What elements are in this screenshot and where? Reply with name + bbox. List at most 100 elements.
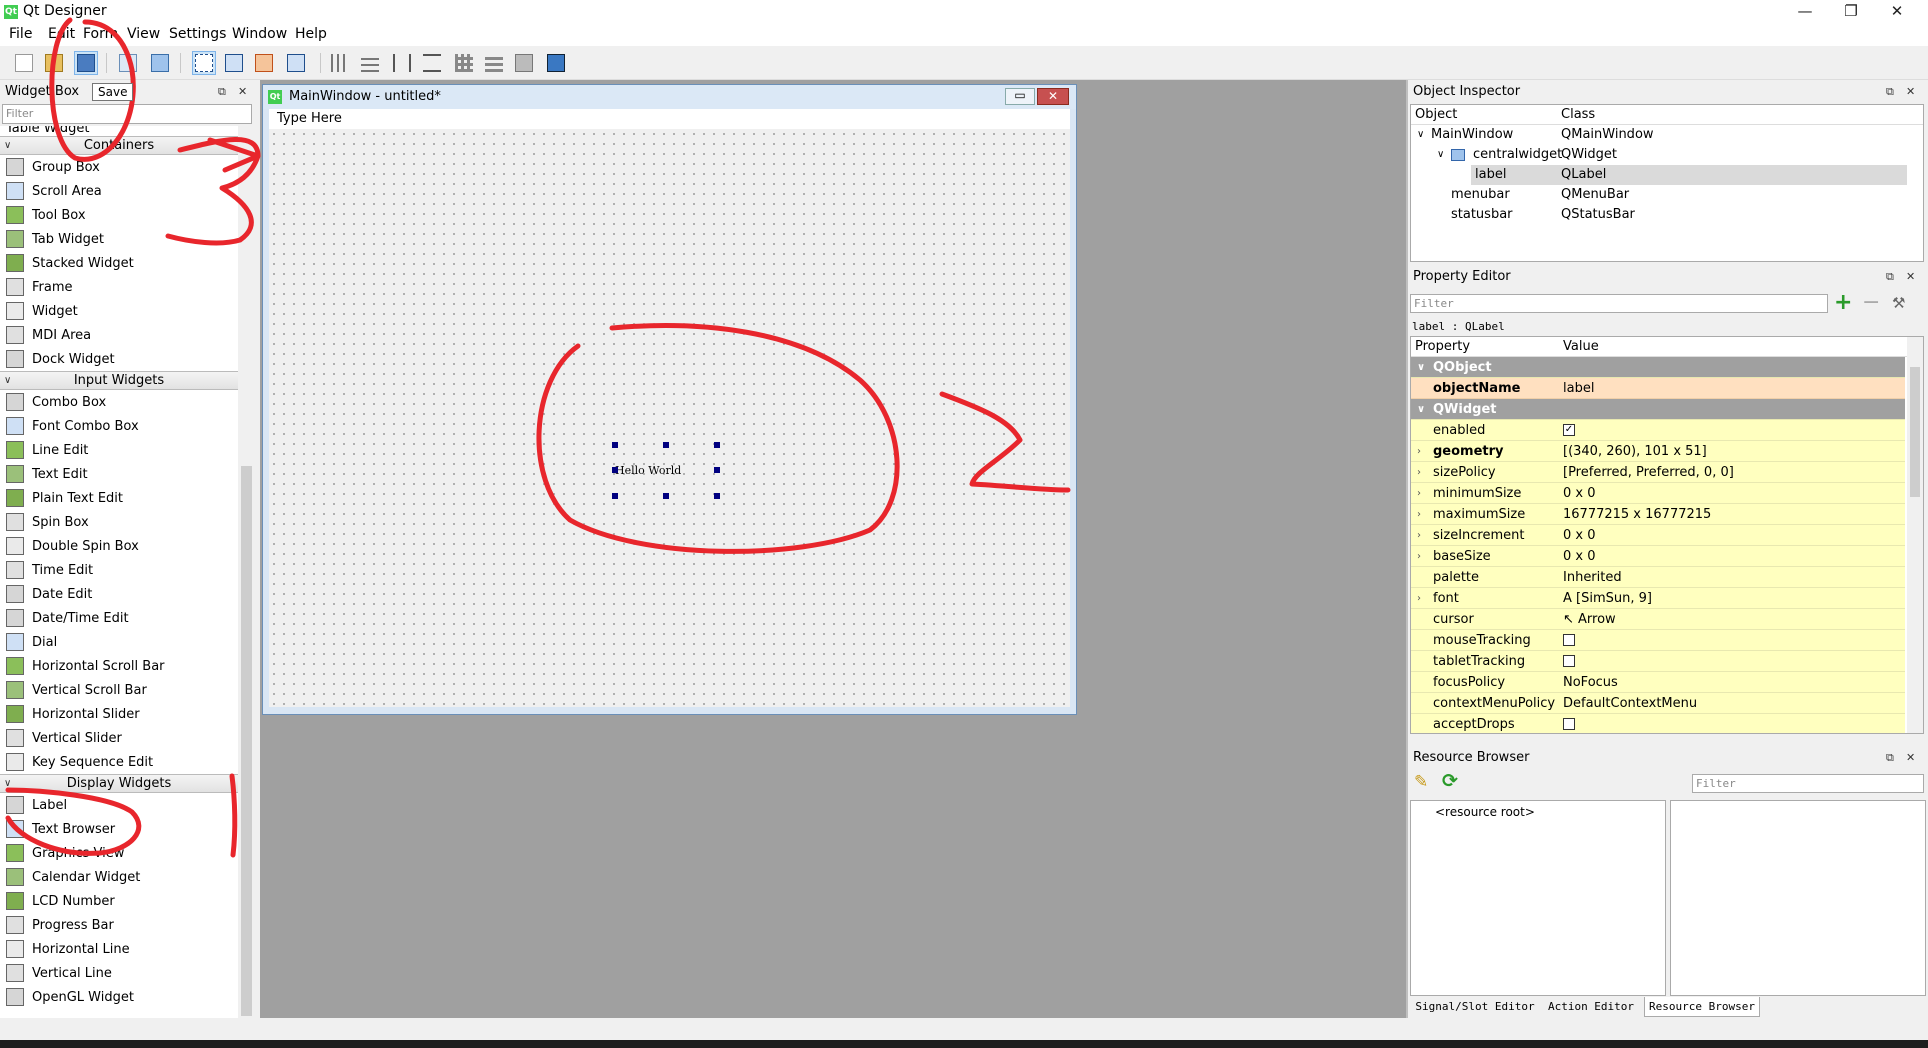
property-row-font[interactable]: › font A [SimSun, 9] <box>1411 588 1905 609</box>
layout-splitter-horizontal-icon[interactable] <box>390 51 414 75</box>
mousetracking-checkbox[interactable] <box>1563 633 1575 646</box>
widget-item-time-edit[interactable]: Time Edit <box>0 558 238 582</box>
new-file-icon[interactable] <box>12 51 36 75</box>
minimumsize-value-cell[interactable]: 0 x 0 <box>1563 483 1596 504</box>
chevron-down-icon[interactable]: ∨ <box>4 372 11 389</box>
widget-item-scroll-area[interactable]: Scroll Area <box>0 179 238 203</box>
edit-widgets-icon[interactable] <box>192 51 216 75</box>
basesize-value-cell[interactable]: 0 x 0 <box>1563 546 1596 567</box>
property-group-qobject[interactable]: ∨ QObject <box>1411 357 1905 378</box>
widget-item-vertical-scroll-bar[interactable]: Vertical Scroll Bar <box>0 678 238 702</box>
property-row-contextmenupolicy[interactable]: contextMenuPolicy DefaultContextMenu <box>1411 693 1905 714</box>
widget-item-widget[interactable]: Widget <box>0 299 238 323</box>
chevron-right-icon[interactable]: › <box>1417 441 1421 462</box>
widget-item-calendar-widget[interactable]: Calendar Widget <box>0 865 238 889</box>
palette-value-cell[interactable]: Inherited <box>1563 567 1622 588</box>
mousetracking-value-cell[interactable] <box>1563 630 1575 651</box>
widget-item-table-widget[interactable]: Table Widget <box>0 126 238 136</box>
resize-handle[interactable] <box>612 493 618 499</box>
float-icon[interactable]: ⧉ <box>1886 748 1894 768</box>
reload-icon[interactable]: ⟳ <box>1442 770 1458 792</box>
tree-row-label-selected[interactable]: label QLabel <box>1471 165 1907 185</box>
widget-item-dock-widget[interactable]: Dock Widget <box>0 347 238 371</box>
property-scrollbar[interactable] <box>1907 337 1923 733</box>
form-window[interactable]: Qt MainWindow - untitled* ▭ ✕ Type Here … <box>262 84 1077 715</box>
hello-world-label[interactable]: Hello World <box>615 445 716 496</box>
widget-item-font-combo-box[interactable]: Font Combo Box <box>0 414 238 438</box>
add-property-icon[interactable]: + <box>1834 292 1856 315</box>
widget-item-horizontal-slider[interactable]: Horizontal Slider <box>0 702 238 726</box>
widget-filter-input[interactable]: Filter <box>2 104 252 124</box>
form-close-button[interactable]: ✕ <box>1037 88 1069 105</box>
chevron-down-icon[interactable]: ∨ <box>1417 399 1425 420</box>
resource-root-item[interactable]: <resource root> <box>1435 805 1535 819</box>
resize-handle[interactable] <box>663 442 669 448</box>
widget-item-vertical-slider[interactable]: Vertical Slider <box>0 726 238 750</box>
chevron-down-icon[interactable]: ∨ <box>1417 125 1424 145</box>
chevron-right-icon[interactable]: › <box>1417 546 1421 567</box>
layout-splitter-vertical-icon[interactable] <box>420 51 444 75</box>
minimize-button[interactable]: — <box>1782 0 1828 24</box>
widget-box-scrollbar[interactable] <box>239 126 254 1048</box>
close-icon[interactable]: ✕ <box>238 82 247 102</box>
resize-handle[interactable] <box>612 442 618 448</box>
widget-item-text-edit[interactable]: Text Edit <box>0 462 238 486</box>
chevron-down-icon[interactable]: ∨ <box>4 775 11 792</box>
property-row-objectname[interactable]: objectName label <box>1411 378 1905 399</box>
close-icon[interactable]: ✕ <box>1906 82 1915 102</box>
maximumsize-value-cell[interactable]: 16777215 x 16777215 <box>1563 504 1711 525</box>
float-icon[interactable]: ⧉ <box>1886 82 1894 102</box>
paste-icon[interactable] <box>148 51 172 75</box>
widget-item-horizontal-scroll-bar[interactable]: Horizontal Scroll Bar <box>0 654 238 678</box>
chevron-down-icon[interactable]: ∨ <box>4 137 11 154</box>
widget-item-dial[interactable]: Dial <box>0 630 238 654</box>
resize-handle[interactable] <box>612 467 618 473</box>
column-object[interactable]: Object <box>1415 107 1457 122</box>
edit-signals-slots-icon[interactable] <box>222 51 246 75</box>
layout-form-icon[interactable] <box>482 51 506 75</box>
column-class[interactable]: Class <box>1561 107 1595 122</box>
widget-item-vertical-line[interactable]: Vertical Line <box>0 961 238 985</box>
property-row-sizepolicy[interactable]: › sizePolicy [Preferred, Preferred, 0, 0] <box>1411 462 1905 483</box>
acceptdrops-checkbox[interactable] <box>1563 717 1575 730</box>
tab-signal-slot-editor[interactable]: Signal/Slot Editor <box>1410 998 1540 1016</box>
scrollbar-thumb[interactable] <box>1910 367 1920 497</box>
acceptdrops-value-cell[interactable] <box>1563 714 1575 733</box>
tablettracking-checkbox[interactable] <box>1563 654 1575 667</box>
type-here-placeholder[interactable]: Type Here <box>277 111 342 126</box>
widget-item-plain-text-edit[interactable]: Plain Text Edit <box>0 486 238 510</box>
property-row-minimumsize[interactable]: › minimumSize 0 x 0 <box>1411 483 1905 504</box>
chevron-right-icon[interactable]: › <box>1417 483 1421 504</box>
scrollbar-thumb[interactable] <box>241 466 252 1016</box>
sizepolicy-value-cell[interactable]: [Preferred, Preferred, 0, 0] <box>1563 462 1734 483</box>
widget-item-text-browser[interactable]: Text Browser <box>0 817 238 841</box>
resize-handle[interactable] <box>714 442 720 448</box>
menu-settings[interactable]: Settings <box>169 26 226 42</box>
property-row-sizeincrement[interactable]: › sizeIncrement 0 x 0 <box>1411 525 1905 546</box>
layout-grid-icon[interactable] <box>452 51 476 75</box>
widget-item-progress-bar[interactable]: Progress Bar <box>0 913 238 937</box>
geometry-value-cell[interactable]: [(340, 260), 101 x 51] <box>1563 441 1707 462</box>
category-display-widgets[interactable]: ∨ Display Widgets <box>0 774 238 793</box>
tree-row-menubar[interactable]: menubar QMenuBar <box>1411 185 1907 205</box>
widget-item-lcd-number[interactable]: LCD Number <box>0 889 238 913</box>
widget-item-date-time-edit[interactable]: Date/Time Edit <box>0 606 238 630</box>
open-folder-icon[interactable] <box>42 51 66 75</box>
widget-item-combo-box[interactable]: Combo Box <box>0 390 238 414</box>
maximize-button[interactable]: ❐ <box>1828 0 1874 24</box>
widget-item-mdi-area[interactable]: MDI Area <box>0 323 238 347</box>
property-group-qwidget[interactable]: ∨ QWidget <box>1411 399 1905 420</box>
widget-item-frame[interactable]: Frame <box>0 275 238 299</box>
objectname-value-cell[interactable]: label <box>1563 378 1594 399</box>
property-row-cursor[interactable]: cursor ↖ Arrow <box>1411 609 1905 630</box>
float-icon[interactable]: ⧉ <box>218 82 226 102</box>
widget-item-tool-box[interactable]: Tool Box <box>0 203 238 227</box>
widget-item-spin-box[interactable]: Spin Box <box>0 510 238 534</box>
sizeincrement-value-cell[interactable]: 0 x 0 <box>1563 525 1596 546</box>
menu-file[interactable]: File <box>9 26 32 42</box>
property-row-geometry[interactable]: › geometry [(340, 260), 101 x 51] <box>1411 441 1905 462</box>
widget-item-horizontal-line[interactable]: Horizontal Line <box>0 937 238 961</box>
chevron-right-icon[interactable]: › <box>1417 525 1421 546</box>
chevron-right-icon[interactable]: › <box>1417 462 1421 483</box>
configure-icon[interactable]: ⚒ <box>1892 294 1918 314</box>
